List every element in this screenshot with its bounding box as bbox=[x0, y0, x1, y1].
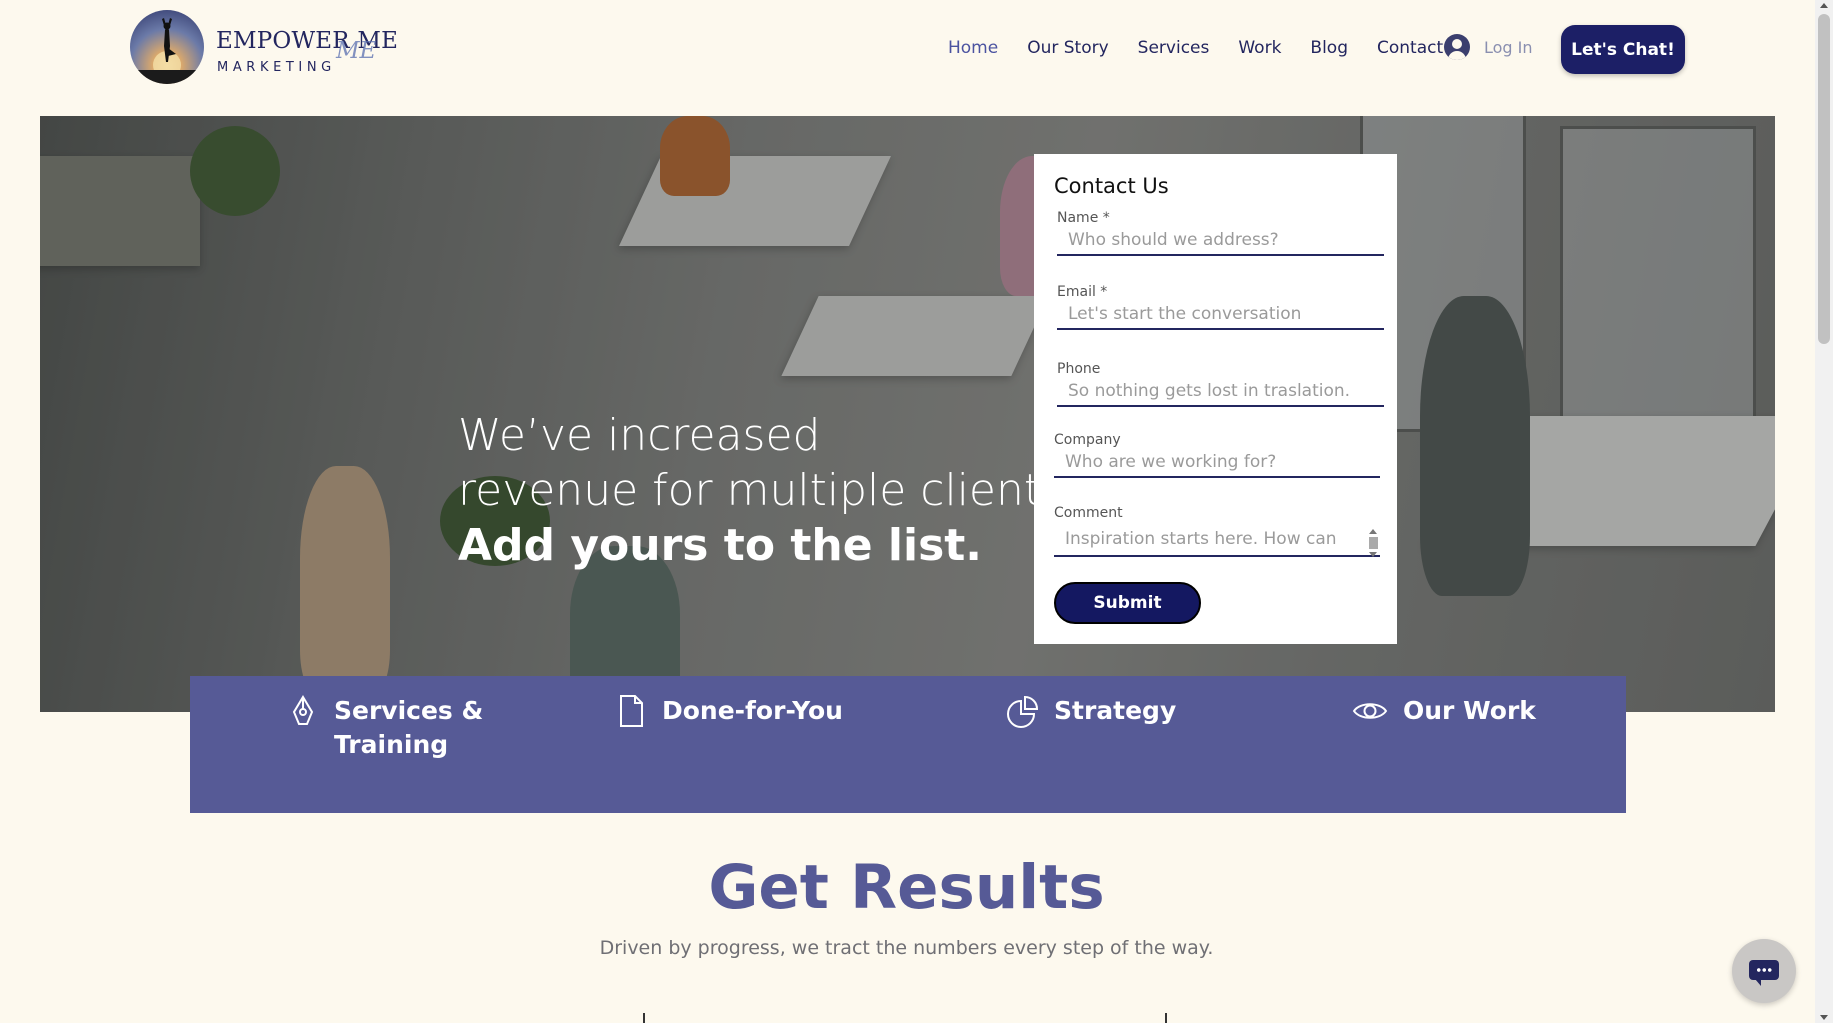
login-link[interactable]: Log In bbox=[1444, 34, 1533, 60]
comment-field-group: Comment bbox=[1054, 505, 1384, 557]
nav-our-story[interactable]: Our Story bbox=[1027, 38, 1108, 58]
name-field[interactable] bbox=[1057, 226, 1384, 256]
pie-chart-icon bbox=[1007, 695, 1039, 728]
contact-form-title: Contact Us bbox=[1054, 174, 1169, 198]
feature-done-for-you[interactable]: Done-for-You bbox=[614, 694, 843, 728]
feature-strategy[interactable]: Strategy bbox=[1006, 694, 1176, 728]
feature-label-2: Training bbox=[334, 730, 449, 759]
pen-nib-icon bbox=[292, 695, 314, 725]
divider bbox=[643, 1013, 645, 1023]
company-field[interactable] bbox=[1054, 448, 1380, 478]
comment-label: Comment bbox=[1054, 505, 1123, 521]
phone-label: Phone bbox=[1057, 361, 1101, 377]
nav-services[interactable]: Services bbox=[1138, 38, 1210, 58]
comment-scrollbar[interactable] bbox=[1366, 529, 1380, 563]
name-label: Name * bbox=[1057, 210, 1110, 226]
contact-form: Contact Us Name * Email * Phone Company … bbox=[1034, 154, 1397, 644]
feature-our-work[interactable]: Our Work bbox=[1351, 694, 1536, 728]
comment-field[interactable] bbox=[1054, 521, 1380, 557]
nav-contact[interactable]: Contact bbox=[1377, 38, 1443, 58]
eye-icon bbox=[1352, 703, 1388, 719]
hero-line-3: Add yours to the list. bbox=[458, 520, 983, 571]
divider bbox=[1165, 1013, 1167, 1023]
feature-services-training[interactable]: Services & Training bbox=[286, 694, 483, 762]
nav-work[interactable]: Work bbox=[1238, 38, 1281, 58]
chat-bubble-icon bbox=[1749, 960, 1779, 986]
hero-headline: We’ve increased revenue for multiple cli… bbox=[458, 408, 1078, 573]
company-label: Company bbox=[1054, 432, 1121, 448]
main-nav: Home Our Story Services Work Blog Contac… bbox=[948, 38, 1472, 58]
email-field-group: Email * bbox=[1054, 284, 1384, 330]
page-scrollbar[interactable] bbox=[1815, 0, 1833, 1023]
nav-blog[interactable]: Blog bbox=[1310, 38, 1348, 58]
brand-accent: ME bbox=[336, 38, 377, 64]
brand-logo[interactable]: EMPOWER ME MARKETING ME bbox=[130, 10, 398, 86]
document-icon bbox=[620, 695, 643, 727]
email-label: Email * bbox=[1057, 284, 1108, 300]
phone-field[interactable] bbox=[1057, 377, 1384, 407]
results-subtitle: Driven by progress, we tract the numbers… bbox=[599, 937, 1214, 959]
chat-widget-button[interactable] bbox=[1732, 939, 1796, 1003]
email-field[interactable] bbox=[1057, 300, 1384, 330]
hero-line-1: We’ve increased bbox=[458, 410, 821, 461]
hero-section: We’ve increased revenue for multiple cli… bbox=[40, 116, 1775, 712]
brand-tagline: MARKETING bbox=[217, 60, 336, 75]
nav-home[interactable]: Home bbox=[948, 38, 998, 58]
user-avatar-icon bbox=[1444, 34, 1470, 60]
company-field-group: Company bbox=[1054, 432, 1384, 478]
features-band: Services & Training Done-for-You Strateg… bbox=[190, 676, 1626, 813]
name-field-group: Name * bbox=[1054, 210, 1384, 256]
results-title: Get Results bbox=[708, 852, 1105, 923]
hero-line-2: revenue for multiple clients. bbox=[458, 465, 1079, 516]
feature-label: Done-for-You bbox=[662, 696, 843, 725]
feature-label: Services & bbox=[334, 696, 484, 725]
feature-label: Strategy bbox=[1054, 696, 1177, 725]
yoga-logo-icon bbox=[130, 10, 204, 84]
login-label: Log In bbox=[1484, 37, 1533, 57]
submit-button[interactable]: Submit bbox=[1054, 582, 1201, 624]
feature-label: Our Work bbox=[1403, 696, 1536, 725]
phone-field-group: Phone bbox=[1054, 361, 1384, 407]
lets-chat-button[interactable]: Let's Chat! bbox=[1561, 25, 1685, 74]
